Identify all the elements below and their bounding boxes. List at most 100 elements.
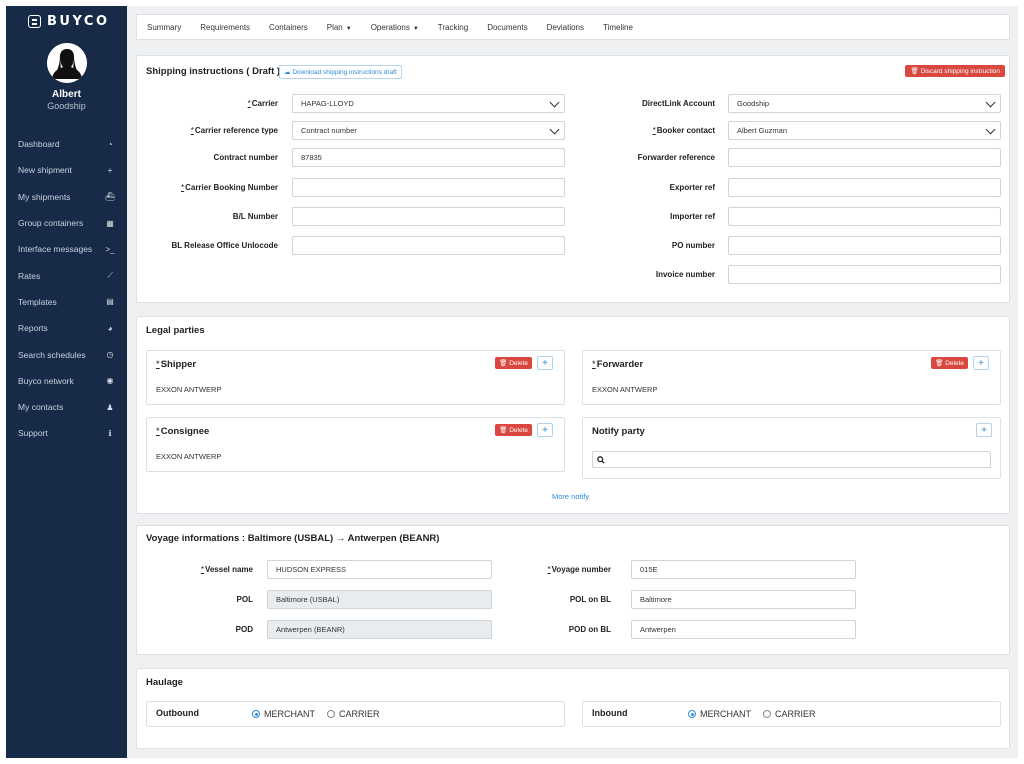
tab-label: Summary — [147, 23, 181, 32]
carrier-ref-type-select[interactable]: Contract number — [292, 121, 565, 140]
sidebar-item-buyco-network[interactable]: Buyco network ◉ — [6, 368, 127, 394]
tab-operations[interactable]: Operations▼ — [371, 23, 419, 32]
ship-icon: ⛴ — [105, 192, 115, 202]
chart-icon: ⟋ — [105, 271, 115, 281]
sidebar-item-my-shipments[interactable]: My shipments⛴ — [6, 184, 127, 210]
directlink-select[interactable]: Goodship — [728, 94, 1001, 113]
bl-number-input[interactable] — [292, 207, 565, 226]
tab-tracking[interactable]: Tracking — [438, 23, 468, 32]
brand-logo[interactable]: BUYCO — [28, 14, 110, 29]
sidebar-item-support[interactable]: Supportℹ — [6, 420, 127, 446]
tab-deviations[interactable]: Deviations — [547, 23, 584, 32]
tab-documents[interactable]: Documents — [487, 23, 527, 32]
tab-summary[interactable]: Summary — [147, 23, 181, 32]
shipper-add-button[interactable]: + — [537, 356, 553, 370]
tab-label: Tracking — [438, 23, 468, 32]
tab-timeline[interactable]: Timeline — [603, 23, 633, 32]
sidebar-item-dashboard[interactable]: Dashboard◔ — [6, 131, 127, 157]
notify-add-button[interactable]: + — [976, 423, 992, 437]
pol-input: Baltimore (USBAL) — [267, 590, 492, 609]
forwarder-card: *Forwarder 🗑 Delete + EXXON ANTWERP — [582, 350, 1001, 405]
consignee-delete-button[interactable]: 🗑 Delete — [495, 424, 532, 436]
outbound-box: Outbound MERCHANT CARRIER — [146, 701, 565, 727]
sidebar-item-group-containers[interactable]: Group containers▦ — [6, 210, 127, 236]
forwarder-delete-button[interactable]: 🗑 Delete — [931, 357, 968, 369]
inbound-merchant-radio[interactable]: MERCHANT — [688, 709, 751, 719]
sidebar-item-interface-messages[interactable]: Interface messages >_ — [6, 236, 127, 262]
user-silhouette-icon — [47, 43, 87, 83]
pol-on-bl-input[interactable]: Baltimore — [631, 590, 856, 609]
user-company: Goodship — [6, 101, 127, 111]
contract-number-input[interactable]: 87835 — [292, 148, 565, 167]
tab-containers[interactable]: Containers — [269, 23, 308, 32]
booker-contact-select[interactable]: Albert Guzman — [728, 121, 1001, 140]
bl-number-label: B/L Number — [233, 212, 278, 221]
outbound-label: Outbound — [156, 708, 199, 718]
outbound-carrier-radio[interactable]: CARRIER — [327, 709, 380, 719]
importer-ref-input[interactable] — [728, 207, 1001, 226]
forwarder-title: *Forwarder — [592, 359, 643, 370]
notify-search-input[interactable] — [592, 451, 991, 468]
radio-empty-icon — [327, 710, 335, 718]
vessel-name-input[interactable]: HUDSON EXPRESS — [267, 560, 492, 579]
tab-bar: Summary Requirements Containers Plan▼ Op… — [136, 14, 1010, 40]
sidebar-item-search-schedules[interactable]: Search schedules ◷ — [6, 341, 127, 367]
clock-icon: ◷ — [105, 350, 115, 360]
globe-icon: ◉ — [105, 376, 115, 386]
pod-input: Antwerpen (BEANR) — [267, 620, 492, 639]
panel-title: Shipping instructions ( Draft ) — [146, 66, 280, 77]
discard-button[interactable]: 🗑 Discard shipping instruction — [905, 65, 1005, 77]
forwarder-value: EXXON ANTWERP — [592, 385, 657, 394]
notify-party-card: Notify party + — [582, 417, 1001, 479]
terminal-icon: >_ — [105, 244, 115, 254]
pol-on-bl-label: POL on BL — [570, 595, 611, 604]
booking-label: *Carrier Booking Number — [181, 183, 278, 192]
pod-on-bl-input[interactable]: Antwerpen — [631, 620, 856, 639]
sidebar-item-label: Interface messages — [18, 244, 92, 254]
invoice-number-label: Invoice number — [656, 270, 715, 279]
carrier-select[interactable]: HAPAG-LLOYD — [292, 94, 565, 113]
inbound-carrier-radio[interactable]: CARRIER — [763, 709, 816, 719]
sidebar-item-new-shipment[interactable]: New shipment+ — [6, 157, 127, 183]
tab-requirements[interactable]: Requirements — [200, 23, 250, 32]
outbound-merchant-radio[interactable]: MERCHANT — [252, 709, 315, 719]
sidebar-item-label: Buyco network — [18, 376, 74, 386]
caret-down-icon: ▼ — [413, 26, 419, 32]
sidebar-item-reports[interactable]: Reports◕ — [6, 315, 127, 341]
forwarder-add-button[interactable]: + — [973, 356, 989, 370]
tab-label: Operations — [371, 23, 410, 32]
document-icon: ▤ — [105, 297, 115, 307]
info-icon: ℹ — [105, 428, 115, 438]
discard-label: Discard shipping instruction — [921, 68, 1000, 75]
sidebar-item-templates[interactable]: Templates▤ — [6, 289, 127, 315]
more-notify-link[interactable]: More notify — [552, 492, 589, 501]
user-name: Albert — [6, 89, 127, 100]
download-draft-button[interactable]: ☁ Download shipping instructions draft — [279, 65, 402, 79]
sidebar-item-label: My contacts — [18, 402, 63, 412]
sidebar-item-my-contacts[interactable]: My contacts♟ — [6, 394, 127, 420]
booking-number-input[interactable] — [292, 178, 565, 197]
notify-party-title: Notify party — [592, 426, 645, 437]
invoice-number-input[interactable] — [728, 265, 1001, 284]
exporter-ref-label: Exporter ref — [670, 183, 715, 192]
exporter-ref-input[interactable] — [728, 178, 1001, 197]
bl-office-input[interactable] — [292, 236, 565, 255]
po-number-input[interactable] — [728, 236, 1001, 255]
shipper-delete-button[interactable]: 🗑 Delete — [495, 357, 532, 369]
plus-icon: + — [978, 358, 984, 369]
trash-icon: 🗑 — [499, 427, 507, 434]
haulage-panel: Haulage Outbound MERCHANT CARRIER Inboun… — [136, 668, 1010, 749]
sidebar-item-label: Reports — [18, 323, 48, 333]
consignee-add-button[interactable]: + — [537, 423, 553, 437]
sidebar-item-label: Dashboard — [18, 139, 60, 149]
app-frame: BUYCO Albert Goodship Dashboard◔ New shi… — [6, 6, 1018, 758]
po-number-label: PO number — [672, 241, 715, 250]
tab-plan[interactable]: Plan▼ — [327, 23, 352, 32]
avatar[interactable] — [47, 43, 87, 83]
voyage-number-input[interactable]: 015E — [631, 560, 856, 579]
forwarder-ref-input[interactable] — [728, 148, 1001, 167]
radio-empty-icon — [763, 710, 771, 718]
sidebar-item-rates[interactable]: Rates⟋ — [6, 262, 127, 288]
tab-label: Documents — [487, 23, 527, 32]
sidebar-item-label: Search schedules — [18, 350, 86, 360]
